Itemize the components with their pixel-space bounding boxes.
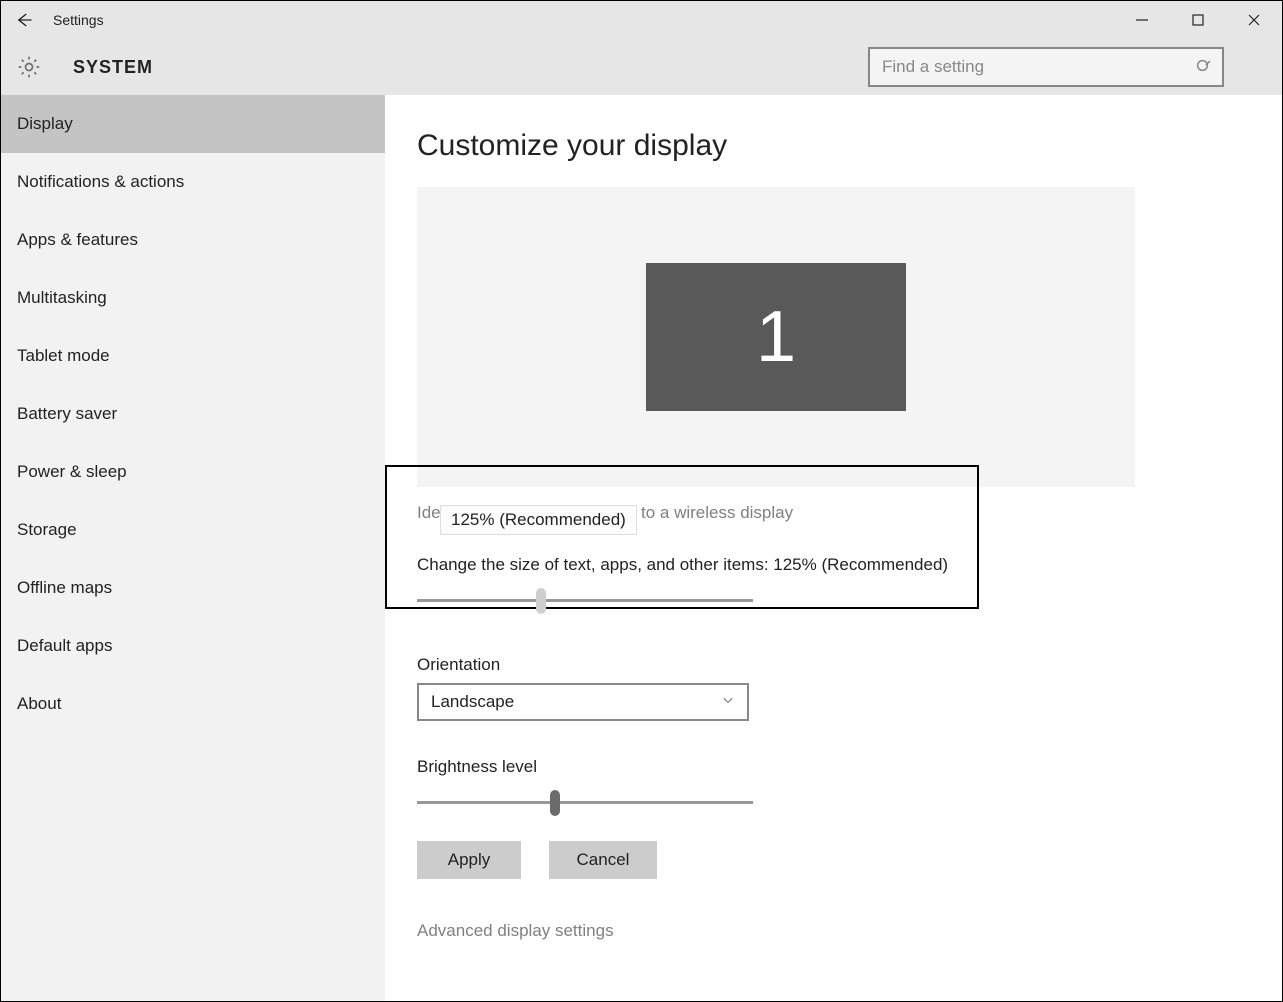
sidebar-item-label: Default apps	[17, 636, 112, 656]
sidebar-item-label: Apps & features	[17, 230, 138, 250]
maximize-icon	[1192, 14, 1204, 26]
search-input[interactable]	[870, 49, 1186, 85]
minimize-button[interactable]	[1114, 1, 1170, 39]
sidebar-item-label: Multitasking	[17, 288, 107, 308]
sidebar-item-tablet-mode[interactable]: Tablet mode	[1, 327, 385, 385]
sidebar-item-label: Tablet mode	[17, 346, 110, 366]
cancel-button[interactable]: Cancel	[549, 841, 657, 879]
chevron-down-icon	[721, 692, 735, 712]
sidebar-item-about[interactable]: About	[1, 675, 385, 733]
slider-track	[417, 599, 753, 602]
back-button[interactable]	[1, 1, 47, 39]
brightness-slider[interactable]	[417, 793, 753, 813]
orientation-label: Orientation	[417, 655, 1282, 675]
maximize-button[interactable]	[1170, 1, 1226, 39]
sidebar-item-label: Display	[17, 114, 73, 134]
search-icon	[1186, 49, 1222, 85]
search-box[interactable]	[868, 47, 1224, 87]
sidebar-item-notifications[interactable]: Notifications & actions	[1, 153, 385, 211]
close-button[interactable]	[1226, 1, 1282, 39]
scale-label: Change the size of text, apps, and other…	[417, 555, 1282, 575]
sidebar: Display Notifications & actions Apps & f…	[1, 95, 385, 1001]
body: Display Notifications & actions Apps & f…	[1, 95, 1282, 1001]
gear-icon	[15, 53, 43, 81]
sidebar-item-display[interactable]: Display	[1, 95, 385, 153]
scale-slider[interactable]	[417, 591, 753, 611]
sidebar-item-label: Battery saver	[17, 404, 117, 424]
orientation-value: Landscape	[431, 692, 514, 712]
header: SYSTEM	[1, 39, 1282, 95]
sidebar-item-multitasking[interactable]: Multitasking	[1, 269, 385, 327]
monitor-tile[interactable]: 1	[646, 263, 906, 411]
sidebar-item-battery-saver[interactable]: Battery saver	[1, 385, 385, 443]
monitor-preview-area: 1	[417, 187, 1135, 487]
window-title: Settings	[53, 12, 104, 28]
page-title: Customize your display	[417, 129, 1282, 163]
sidebar-item-power-sleep[interactable]: Power & sleep	[1, 443, 385, 501]
close-icon	[1248, 14, 1260, 26]
title-bar: Settings	[1, 1, 1282, 39]
minimize-icon	[1136, 14, 1148, 26]
scale-tooltip: 125% (Recommended)	[440, 505, 637, 535]
sidebar-item-default-apps[interactable]: Default apps	[1, 617, 385, 675]
sidebar-item-label: Notifications & actions	[17, 172, 184, 192]
apply-button[interactable]: Apply	[417, 841, 521, 879]
brightness-label: Brightness level	[417, 757, 1282, 777]
sidebar-item-apps-features[interactable]: Apps & features	[1, 211, 385, 269]
back-arrow-icon	[15, 11, 33, 29]
monitor-number: 1	[756, 296, 796, 378]
advanced-display-settings-link[interactable]: Advanced display settings	[417, 921, 1282, 941]
sidebar-item-label: Offline maps	[17, 578, 112, 598]
orientation-select[interactable]: Landscape	[417, 683, 749, 721]
scale-slider-thumb[interactable]	[536, 588, 546, 614]
button-row: Apply Cancel	[417, 841, 1282, 879]
sidebar-item-label: About	[17, 694, 61, 714]
window-controls	[1114, 1, 1282, 39]
brightness-slider-thumb[interactable]	[550, 790, 560, 816]
content: Customize your display 1 Identify Detect…	[385, 95, 1282, 1001]
slider-track	[417, 801, 753, 804]
sidebar-item-offline-maps[interactable]: Offline maps	[1, 559, 385, 617]
sidebar-item-label: Storage	[17, 520, 77, 540]
sidebar-item-storage[interactable]: Storage	[1, 501, 385, 559]
sidebar-item-label: Power & sleep	[17, 462, 127, 482]
header-title: SYSTEM	[73, 57, 153, 78]
